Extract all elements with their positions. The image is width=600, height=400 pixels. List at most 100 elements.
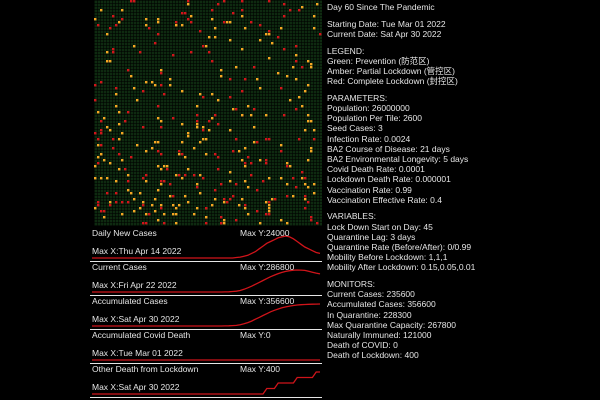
lockdown-tile [181,24,184,27]
lockdown-tile [175,207,178,210]
lockdown-tile [139,207,142,210]
lockdown-tile [178,150,181,153]
accumulated-covid-death-chart: Accumulated Covid Death Max Y:0 Max X:Tu… [90,330,322,364]
lockdown-tile [184,156,187,159]
lockdown-tile [160,180,163,183]
lockdown-tile [235,108,238,111]
lockdown-tile [292,177,295,180]
starting-date: Starting Date: Tue Mar 01 2022 [327,18,446,29]
lockdown-tile [157,150,160,153]
lockdown-tile [145,18,148,21]
lockdown-tile [259,159,262,162]
lockdown-tile [244,147,247,150]
lockdown-tile [133,0,136,3]
lockdown-tile [199,192,202,195]
lockdown-tile [118,138,121,141]
info-panel: Day 60 Since The Pandemic Starting Date:… [327,2,597,361]
lockdown-tile [109,162,112,165]
lockdown-tile [97,144,100,147]
lockdown-tile [310,216,313,219]
lockdown-tile [211,60,214,63]
param-population: Population: 26000000 [327,103,410,113]
lockdown-tile [154,84,157,87]
lockdown-tile [232,12,235,15]
lockdown-tile [100,120,103,123]
lockdown-tile [283,48,286,51]
lockdown-tile [259,87,262,90]
lockdown-tile [250,162,253,165]
param-lockdown-death-rate: Lockdown Death Rate: 0.000001 [327,174,451,185]
lockdown-tile [145,81,148,84]
lockdown-tile [157,219,160,222]
lockdown-tile [115,24,118,27]
lockdown-tile [181,90,184,93]
lockdown-tile [142,201,145,204]
var-quarantine-lag: Quarantine Lag: 3 days [327,231,416,242]
lockdown-tile [187,3,190,6]
lockdown-tile [301,105,304,108]
lockdown-tile [205,222,208,225]
lockdown-tile [313,192,316,195]
lockdown-tile [127,189,130,192]
lockdown-tile [223,0,226,3]
lockdown-tile [235,138,238,141]
lockdown-tile [103,216,106,219]
lockdown-tile [214,189,217,192]
lockdown-tile [271,198,274,201]
lockdown-tile [205,153,208,156]
lockdown-tile [304,129,307,132]
lockdown-tile [94,84,97,87]
lockdown-tile [229,96,232,99]
current-cases-chart: Current Cases Max Y:286800 Max X:Fri Apr… [90,262,322,296]
lockdown-tile [145,180,148,183]
lockdown-death-max-y: Max Y:400 [240,364,281,374]
lockdown-tile [133,198,136,201]
lockdown-tile [100,129,103,132]
lockdown-tile [229,180,232,183]
lockdown-tile [229,171,232,174]
lockdown-tile [283,114,286,117]
param-covid-death-rate: Covid Death Rate: 0.0001 [327,164,425,175]
lockdown-tile [100,210,103,213]
lockdown-tile [286,165,289,168]
lockdown-tile [313,27,316,30]
lockdown-tile [229,78,232,81]
lockdown-tile [244,27,247,30]
lockdown-tile [277,36,280,39]
lockdown-tile [256,78,259,81]
lockdown-tile [268,177,271,180]
lockdown-tile [190,51,193,54]
lockdown-tile [244,162,247,165]
lockdown-tile [187,135,190,138]
lockdown-tile [232,108,235,111]
lockdown-tile [214,36,217,39]
lockdown-tile [310,219,313,222]
lockdown-tile [106,126,109,129]
lockdown-tile [187,168,190,171]
lockdown-tile [172,117,175,120]
day-title: Day 60 Since The Pandemic [327,2,435,12]
current-cases-title: Current Cases [92,262,147,272]
lockdown-tile [181,153,184,156]
lockdown-tile [295,60,298,63]
lockdown-tile [172,195,175,198]
daily-new-cases-max-y: Max Y:24000 [240,228,290,238]
lockdown-tile [301,171,304,174]
lockdown-tile [115,87,118,90]
lockdown-tile [214,198,217,201]
lockdown-tile [241,90,244,93]
param-infection-rate: Infection Rate: 0.0024 [327,133,411,144]
param-environmental-longevity: BA2 Environmental Longevity: 5 days [327,153,469,164]
lockdown-tile [160,207,163,210]
lockdown-tile [220,69,223,72]
lockdown-tile [316,3,319,6]
legend-heading: LEGEND: [327,45,365,56]
lockdown-tile [196,126,199,129]
lockdown-tile [154,210,157,213]
lockdown-tile [109,204,112,207]
lockdown-tile [196,105,199,108]
lockdown-tile [265,162,268,165]
lockdown-tile [202,129,205,132]
lockdown-tile [310,63,313,66]
lockdown-tile [181,177,184,180]
